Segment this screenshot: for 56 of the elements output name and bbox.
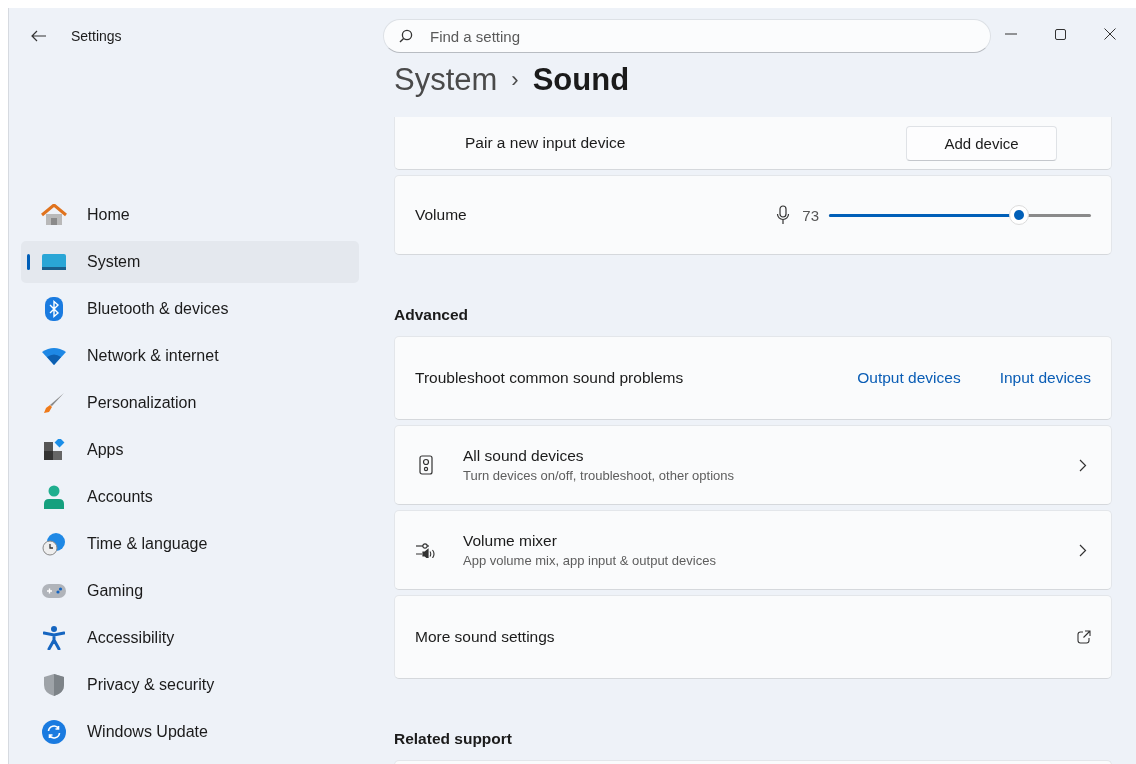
close-icon[interactable] <box>1104 28 1116 40</box>
window-title: Settings <box>71 28 122 44</box>
setting-label: Pair a new input device <box>464 134 626 152</box>
bluetooth-icon <box>45 297 63 321</box>
sidebar-item[interactable]: Gaming <box>21 570 359 612</box>
volume-reading: 73 <box>802 206 819 224</box>
shield-icon <box>43 673 65 697</box>
sidebar-item[interactable]: Network & internet <box>21 335 359 377</box>
gamepad-icon <box>42 584 66 598</box>
slider-thumb[interactable] <box>1009 205 1030 225</box>
apps-icon <box>43 439 65 461</box>
breadcrumb-parent[interactable]: System <box>394 61 498 98</box>
external-link-icon <box>1077 630 1091 644</box>
section-heading: Related support <box>394 730 513 748</box>
sidebar-item[interactable]: Apps <box>21 429 359 471</box>
setting-description: Turn devices on/off, troubleshoot, other options <box>463 468 735 483</box>
sidebar-item[interactable]: Accessibility <box>21 617 359 659</box>
sidebar-item[interactable]: Time & language <box>21 523 359 565</box>
globe-clock-icon <box>42 532 66 556</box>
breadcrumb-separator: › <box>511 66 519 93</box>
chevron-right-icon <box>1079 458 1087 472</box>
search-field[interactable]: Find a setting <box>383 19 991 53</box>
settings-card[interactable]: Volume mixer App volume mix, app input & output devices <box>394 510 1112 590</box>
update-icon <box>42 720 66 744</box>
sidebar-item[interactable]: System <box>21 241 359 283</box>
microphone-icon <box>776 205 791 225</box>
house-icon <box>41 204 67 226</box>
person-icon <box>43 485 65 509</box>
accessibility-icon <box>43 626 65 650</box>
setting-label: Volume <box>415 206 467 224</box>
maximize-icon[interactable] <box>1055 28 1066 40</box>
monitor-icon <box>42 253 66 271</box>
setting-label: More sound settings <box>415 628 555 646</box>
sidebar-item[interactable]: Home <box>21 194 359 236</box>
add-device-button[interactable]: Add device <box>906 125 1057 161</box>
settings-card[interactable]: All sound devices Turn devices on/off, troubleshoot, other options <box>394 425 1112 505</box>
troubleshoot-link[interactable]: Output devices <box>857 369 961 387</box>
chevron-right-icon <box>1079 543 1087 557</box>
sidebar-item[interactable]: Privacy & security <box>21 664 359 706</box>
sidebar-item[interactable]: Personalization <box>21 382 359 424</box>
setting-label: Troubleshoot common sound problems <box>415 369 684 387</box>
setting-label: All sound devices <box>463 447 585 465</box>
setting-label: Volume mixer <box>463 532 558 550</box>
sidebar-item[interactable]: Bluetooth & devices <box>21 288 359 330</box>
sidebar-item[interactable]: Accounts <box>21 476 359 518</box>
back-icon[interactable] <box>31 30 47 42</box>
troubleshoot-link[interactable]: Input devices <box>999 369 1091 387</box>
page-title: Sound <box>532 61 630 98</box>
settings-card[interactable]: More sound settings <box>394 595 1112 679</box>
setting-description: App volume mix, app input & output devices <box>463 553 717 568</box>
mixer-icon <box>415 542 437 558</box>
volume-slider[interactable] <box>829 205 1091 225</box>
sidebar-item[interactable]: Windows Update <box>21 711 359 753</box>
section-heading: Advanced <box>394 306 470 324</box>
paintbrush-icon <box>43 392 65 414</box>
wifi-icon <box>42 347 66 365</box>
